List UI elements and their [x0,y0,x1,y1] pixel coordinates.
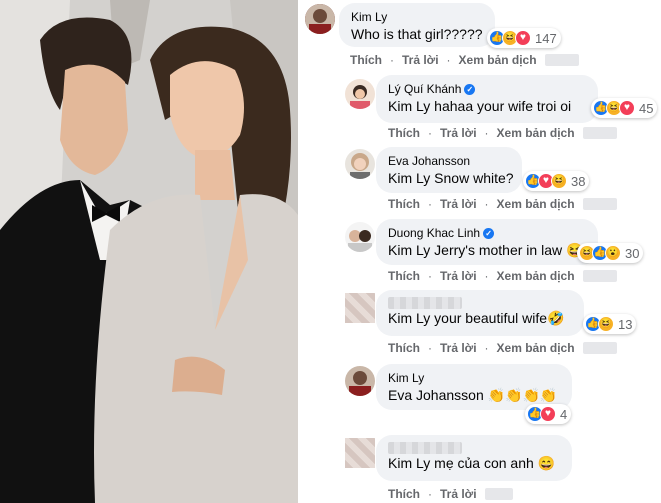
love-icon: ♥ [540,406,556,422]
comment-text: Kim Ly Snow white? [388,170,514,186]
like-link[interactable]: Thích [350,53,382,67]
couple-photo [0,0,298,503]
blurred-timestamp [582,127,617,139]
blurred-name [388,297,462,309]
comment-bubble: Kim Ly your beautiful wife🤣 [376,290,584,336]
avatar[interactable] [345,366,375,396]
translate-link[interactable]: Xem bản dịch [497,126,575,140]
reaction-count: 45 [639,100,654,116]
blurred-timestamp [544,54,579,66]
like-link[interactable]: Thích [388,269,420,283]
haha-icon: 😆 [598,316,614,332]
love-icon: ♥ [515,30,531,46]
comment-author[interactable] [388,442,560,454]
comment-actions: Thích · Trả lời · Xem bản dịch [388,341,617,355]
reply-link[interactable]: Trả lời [402,53,439,67]
like-link[interactable]: Thích [388,197,420,211]
comment-author[interactable]: Eva Johansson [388,154,510,169]
blurred-name [388,442,462,454]
love-icon: ♥ [619,100,635,116]
blurred-timestamp [582,342,617,354]
like-link[interactable]: Thích [388,341,420,355]
like-link[interactable]: Thích [388,126,420,140]
rofl-emoji-icon: 🤣 [547,310,565,326]
comment-actions: Thích · Trả lời · Xem bản dịch [350,53,579,67]
mention-tag[interactable]: Kim Ly [388,310,430,326]
comment-author[interactable]: Kim Ly [388,371,560,386]
reaction-count: 38 [571,173,586,189]
reaction-summary[interactable]: 👍 ♥ 😆 38 [523,171,590,191]
comment-author[interactable]: Lý Quí Khánh ✓ [388,82,586,97]
verified-badge-icon: ✓ [483,228,495,239]
reaction-count: 13 [618,316,633,332]
comment-bubble: Eva Johansson Kim Ly Snow white? [376,147,522,193]
comment-author[interactable]: Kim Ly [351,10,483,25]
blurred-avatar[interactable] [345,438,375,468]
mention-tag[interactable]: Kim Ly [388,98,430,114]
comment-bubble: Kim Ly Who is that girl????? [339,3,495,47]
comment-author[interactable] [388,297,572,309]
comment-bubble: Lý Quí Khánh ✓ Kim Ly hahaa your wife tro… [376,75,598,123]
comment-bubble: Duong Khac Linh ✓ Kim Ly Jerry's mother i… [376,219,598,265]
comment-author[interactable]: Duong Khac Linh ✓ [388,226,586,241]
haha-icon: 😆 [551,173,567,189]
translate-link[interactable]: Xem bản dịch [497,197,575,211]
translate-link[interactable]: Xem bản dịch [459,53,537,67]
comment-text: Kim Ly mẹ của con anh 😄 [388,455,556,471]
blurred-avatar[interactable] [345,293,375,323]
reaction-count: 30 [625,245,640,261]
reply-link[interactable]: Trả lời [440,269,477,283]
reaction-summary[interactable]: 👍 ♥ 4 [525,404,572,424]
blurred-timestamp [582,198,617,210]
verified-badge-icon: ✓ [464,84,476,95]
avatar[interactable] [305,4,335,34]
like-link[interactable]: Thích [388,487,420,501]
comment-actions: Thích · Trả lời · Xem bản dịch [388,126,617,140]
blurred-timestamp [484,488,513,500]
comment-text: Kim Ly Jerry's mother in law 😆 [388,242,584,258]
reply-link[interactable]: Trả lời [440,126,477,140]
comment-text: Eva Johansson 👏👏👏👏 [388,386,560,404]
mention-tag[interactable]: Kim Ly [388,170,430,186]
reaction-summary[interactable]: 😆 👍 😮 30 [577,243,644,263]
blurred-timestamp [582,270,617,282]
comment-actions: Thích · Trả lời · Xem bản dịch [388,269,617,283]
reaction-summary[interactable]: 👍 😆 ♥ 45 [591,98,658,118]
reply-link[interactable]: Trả lời [440,341,477,355]
comment-bubble: Kim Ly mẹ của con anh 😄 [376,435,572,481]
reaction-summary[interactable]: 👍 😆 ♥ 147 [487,28,561,48]
avatar[interactable] [345,79,375,109]
comments-panel: Kim Ly Who is that girl????? 👍 😆 ♥ 147 T… [298,0,661,503]
reaction-count: 4 [560,406,568,422]
comment-text: Kim Ly hahaa your wife troi oi [388,98,572,114]
post-photo[interactable] [0,0,298,503]
smile-emoji-icon: 😄 [537,455,556,471]
translate-link[interactable]: Xem bản dịch [497,269,575,283]
wow-icon: 😮 [605,245,621,261]
mention-tag[interactable]: Eva Johansson [388,387,488,403]
reaction-summary[interactable]: 👍 😆 13 [583,314,637,334]
clap-emoji-icon: 👏👏👏👏 [487,387,558,403]
reply-link[interactable]: Trả lời [440,197,477,211]
mention-tag[interactable]: Kim Ly [388,455,430,471]
comment-text: Who is that girl????? [351,26,483,42]
comment-actions: Thích · Trả lời [388,487,513,501]
mention-tag[interactable]: Kim Ly [388,242,430,258]
comment-actions: Thích · Trả lời · Xem bản dịch [388,197,617,211]
avatar[interactable] [345,222,375,252]
avatar[interactable] [345,149,375,179]
comment-text: Kim Ly your beautiful wife🤣 [388,310,565,326]
translate-link[interactable]: Xem bản dịch [497,341,575,355]
reaction-count: 147 [535,30,557,46]
reply-link[interactable]: Trả lời [440,487,477,501]
